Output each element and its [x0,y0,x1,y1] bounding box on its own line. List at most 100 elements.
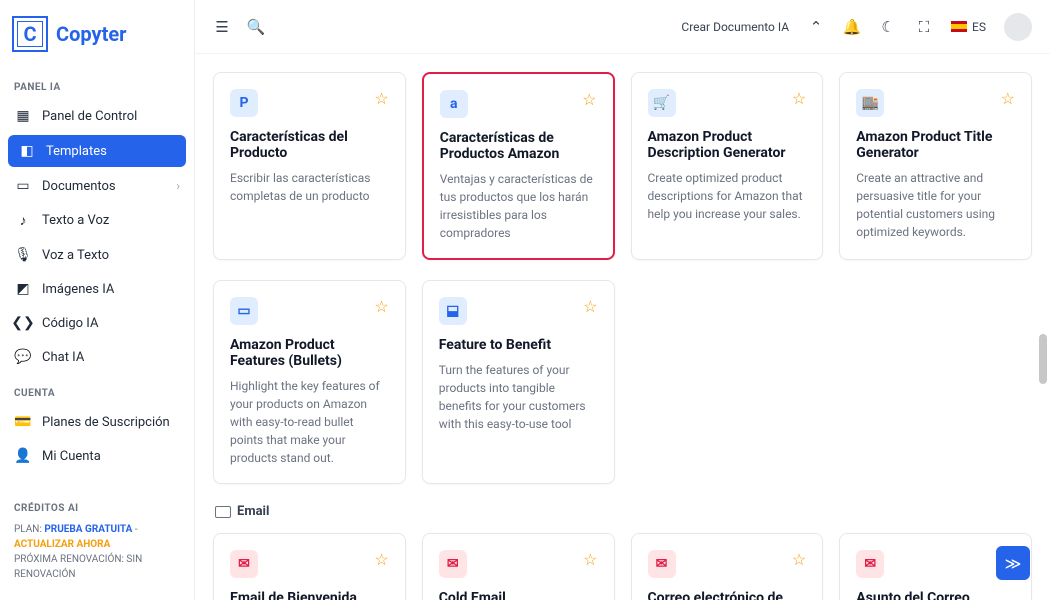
card-desc: Highlight the key features of your produ… [230,377,389,467]
template-card[interactable]: 🏬 ☆ Amazon Product Title Generator Creat… [839,72,1032,260]
star-icon[interactable]: ☆ [792,89,806,108]
template-card[interactable]: P ☆ Características del Producto Escribi… [213,72,406,260]
star-icon[interactable]: ☆ [374,89,388,108]
card-desc: Create an attractive and persuasive titl… [856,169,1015,241]
sidebar-item-chat[interactable]: 💬 Chat IA [0,340,194,374]
plan-name[interactable]: PRUEBA GRATUITA [44,524,132,535]
template-card[interactable]: ✉ ☆ Email de Bienvenida Crea emails de b… [213,533,406,600]
sidebar-item-label: Planes de Suscripción [42,415,170,430]
star-icon[interactable]: ☆ [374,297,388,316]
sidebar-item-documents[interactable]: ▭ Documentos › [0,169,194,203]
brand-name: Copyter [56,22,126,46]
chat-icon: 💬 [14,349,32,365]
user-icon: 👤 [14,448,32,464]
benefit-icon: ⬓ [439,297,467,325]
create-document-button[interactable]: Crear Documento IA [681,20,789,34]
card-desc: Ventajas y características de tus produc… [440,170,597,242]
card-desc: Create optimized product descriptions fo… [648,169,807,223]
template-card[interactable]: 🛒 ☆ Amazon Product Description Generator… [631,72,824,260]
plan-line: PLAN: PRUEBA GRATUITA - ACTUALIZAR AHORA [14,522,180,552]
card-title: Características de Productos Amazon [440,130,597,162]
plan-icon: 💳 [14,414,32,430]
sidebar-item-tts[interactable]: ♪ Texto a Voz [0,203,194,238]
sidebar-item-label: Documentos [42,179,116,194]
star-icon[interactable]: ☆ [582,90,596,109]
card-title: Email de Bienvenida [230,590,389,600]
star-icon[interactable]: ☆ [1001,89,1015,108]
sidebar-item-images[interactable]: ◩ Imágenes IA [0,272,194,306]
content-area: P ☆ Características del Producto Escribi… [195,54,1050,600]
card-desc: Escribir las características completas d… [230,169,389,205]
brand-mark: C [12,16,48,52]
star-icon[interactable]: ☆ [583,550,597,569]
card-title: Amazon Product Title Generator [856,129,1015,161]
chevron-up-double-icon: ≫ [1005,554,1022,573]
product-icon: P [230,89,258,117]
section-label: Email [237,504,269,519]
card-title: Cold Email [439,590,598,600]
dark-mode-icon[interactable]: ☾ [879,18,897,36]
sidebar-item-plans[interactable]: 💳 Planes de Suscripción [0,405,194,439]
document-icon: ▭ [14,178,32,194]
sidebar: C Copyter PANEL IA ▦ Panel de Control ◧ … [0,0,195,600]
chevron-up-icon[interactable]: ⌃ [807,18,825,36]
template-card[interactable]: ▭ ☆ Amazon Product Features (Bullets) Hi… [213,280,406,484]
sidebar-item-label: Chat IA [42,350,84,365]
sidebar-item-label: Templates [46,144,107,159]
scroll-top-button[interactable]: ≫ [996,546,1030,580]
sidebar-section-account: CUENTA [0,374,194,405]
mail-icon: ✉ [230,550,258,578]
chevron-right-icon: › [176,179,180,193]
card-title: Características del Producto [230,129,389,161]
bullets-icon: ▭ [230,297,258,325]
card-title: Feature to Benefit [439,337,598,353]
sidebar-item-dashboard[interactable]: ▦ Panel de Control [0,99,194,133]
lang-code: ES [972,20,986,34]
sidebar-item-templates[interactable]: ◧ Templates [8,135,186,167]
mail-icon: ✉ [648,550,676,578]
mic-icon: 🎙 [14,247,32,263]
store-icon: 🏬 [856,89,884,117]
sidebar-item-stt[interactable]: 🎙 Voz a Texto [0,238,194,272]
cart-icon: 🛒 [648,89,676,117]
scrollbar-thumb[interactable] [1039,334,1047,384]
flag-es-icon [951,21,967,32]
sidebar-item-code[interactable]: ❮❯ Código IA [0,306,194,340]
sidebar-item-account[interactable]: 👤 Mi Cuenta [0,439,194,473]
sidebar-footer: CRÉDITOS AI PLAN: PRUEBA GRATUITA - ACTU… [0,491,194,592]
sidebar-item-label: Código IA [42,316,98,331]
sidebar-section-credits: CRÉDITOS AI [14,501,180,522]
mail-icon: ✉ [439,550,467,578]
grid-icon: ▦ [14,108,32,124]
sidebar-section-panel: PANEL IA [0,68,194,99]
wave-icon: ♪ [14,212,32,229]
search-icon[interactable]: 🔍 [247,18,265,36]
card-title: Asunto del Correo Electrónico [856,590,1015,600]
fullscreen-icon[interactable]: ⛶ [915,18,933,36]
card-desc: Turn the features of your products into … [439,361,598,433]
template-card[interactable]: ✉ ☆ Correo electrónico de seguimiento Cr… [631,533,824,600]
section-email-header: Email [215,504,1032,519]
sidebar-item-label: Panel de Control [42,109,137,124]
star-icon[interactable]: ☆ [792,550,806,569]
template-grid-email: ✉ ☆ Email de Bienvenida Crea emails de b… [213,533,1032,600]
upgrade-link[interactable]: ACTUALIZAR AHORA [14,539,110,550]
sidebar-item-label: Mi Cuenta [42,449,101,464]
sidebar-item-label: Voz a Texto [42,248,109,263]
mail-icon: ✉ [856,550,884,578]
email-icon [215,506,231,518]
topbar: ☰ 🔍 Crear Documento IA ⌃ 🔔 ☾ ⛶ ES [195,0,1050,54]
template-card[interactable]: ⬓ ☆ Feature to Benefit Turn the features… [422,280,615,484]
sidebar-item-label: Texto a Voz [42,213,109,228]
avatar[interactable] [1004,13,1032,41]
language-selector[interactable]: ES [951,20,986,34]
template-grid-1: P ☆ Características del Producto Escribi… [213,72,1032,260]
template-card-amazon-features[interactable]: a ☆ Características de Productos Amazon … [422,72,615,260]
star-icon[interactable]: ☆ [583,297,597,316]
template-card[interactable]: ✉ ☆ Cold Email Crea correos electrónicos… [422,533,615,600]
code-icon: ❮❯ [14,315,32,331]
menu-toggle-icon[interactable]: ☰ [213,18,231,36]
star-icon[interactable]: ☆ [374,550,388,569]
brand-logo[interactable]: C Copyter [0,8,194,68]
bell-icon[interactable]: 🔔 [843,18,861,36]
